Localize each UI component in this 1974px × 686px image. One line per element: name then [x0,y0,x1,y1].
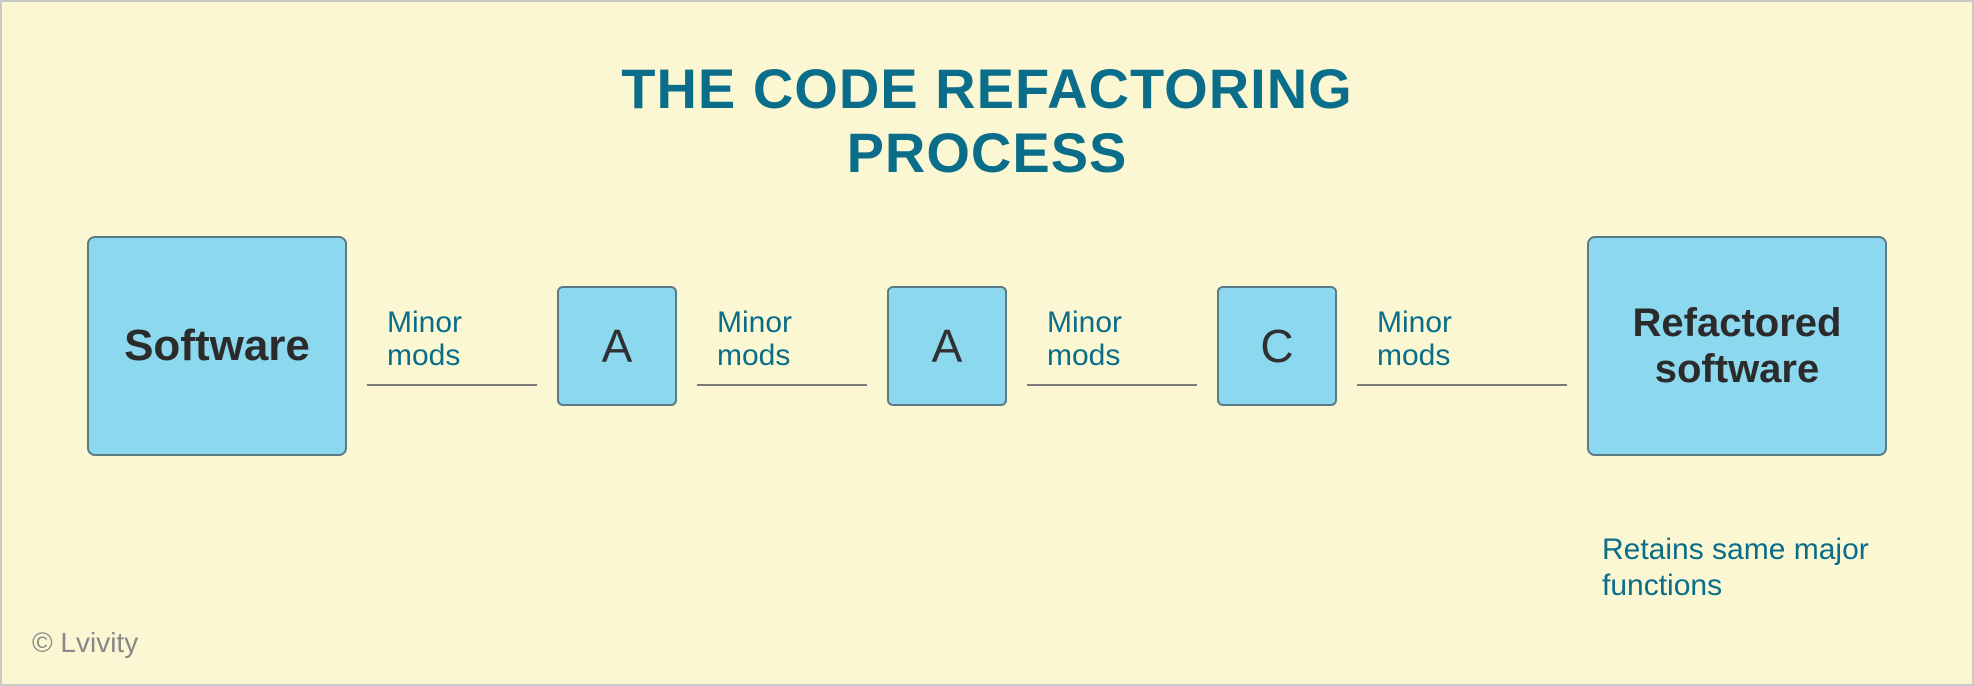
step-box-2: A [887,286,1007,406]
connector-2: Minor mods [677,306,887,386]
connector-1-line [367,384,537,386]
title-line-2: PROCESS [847,121,1128,184]
connector-3: Minor mods [1007,306,1217,386]
step-box-3-letter: C [1260,319,1293,373]
box-software: Software [87,236,347,456]
flow-row: Software Minor mods A Minor mods A Minor [2,196,1972,456]
connector-3-line [1027,384,1197,386]
connector-4: Minor mods [1337,306,1587,386]
step-box-2-letter: A [932,319,963,373]
box-refactored-software: Refactored software [1587,236,1887,456]
connector-2-line [697,384,867,386]
step-box-1: A [557,286,677,406]
title-line-1: THE CODE REFACTORING [621,57,1352,120]
diagram-title: THE CODE REFACTORING PROCESS [2,2,1972,196]
box-refactored-label: Refactored software [1589,300,1885,392]
connector-2-label: Minor mods [677,306,792,384]
box-software-label: Software [124,321,310,371]
connector-3-label: Minor mods [1007,306,1122,384]
step-box-1-letter: A [602,319,633,373]
connector-4-line [1357,384,1567,386]
connector-4-label: Minor mods [1337,306,1452,384]
copyright-label: © Lvivity [32,627,138,659]
diagram-frame: THE CODE REFACTORING PROCESS Software Mi… [0,0,1974,686]
retains-caption: Retains same major functions [1602,532,1912,604]
step-box-3: C [1217,286,1337,406]
connector-1: Minor mods [347,306,557,386]
connector-1-label: Minor mods [347,306,462,384]
